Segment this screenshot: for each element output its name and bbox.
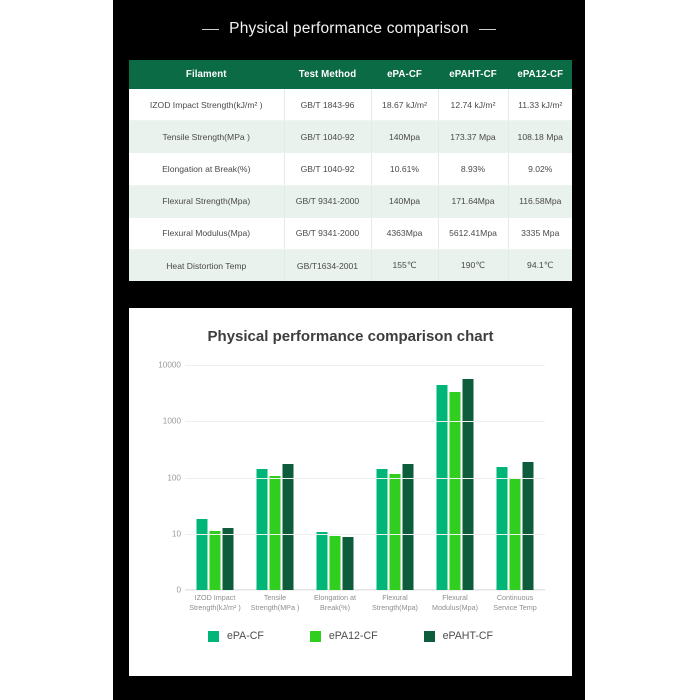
cell-method: GB/T 1040-92 <box>284 120 372 154</box>
title-dash-left-icon <box>202 28 220 30</box>
chart-bar <box>256 469 268 590</box>
chart-bar <box>376 469 388 590</box>
cell-epa-cf: 18.67 kJ/m² <box>371 89 439 122</box>
cell-method: GB/T 9341-2000 <box>284 217 372 250</box>
screenshot-root: Physical performance comparison Filament… <box>0 0 700 700</box>
chart-gridline <box>185 533 545 535</box>
cell-epa12-cf: 9.02% <box>508 152 572 186</box>
cell-filament: Heat Distortion Temp <box>129 249 285 282</box>
cell-method: GB/T1634-2001 <box>284 249 372 282</box>
cell-epa-cf: 10.61% <box>371 152 439 186</box>
page-title-text: Physical performance comparison <box>229 20 469 37</box>
cell-epaht-cf: 190℃ <box>438 249 509 282</box>
chart-bar <box>316 532 328 590</box>
cell-epa-cf: 140Mpa <box>371 185 439 218</box>
chart-bar <box>436 385 448 590</box>
y-axis-tick-label: 10000 <box>158 360 181 370</box>
legend-label: ePA-CF <box>227 630 264 642</box>
cell-epa12-cf: 11.33 kJ/m² <box>508 89 572 122</box>
legend-item[interactable]: ePA-CF <box>208 630 264 642</box>
cell-filament: Flexural Strength(Mpa) <box>129 185 285 218</box>
column-header-epaht-cf: ePAHT-CF <box>438 60 509 89</box>
chart-bar <box>222 527 234 590</box>
legend-label: ePAHT-CF <box>442 630 493 642</box>
cell-filament: Tensile Strength(MPa ) <box>129 120 285 154</box>
chart-bar <box>329 536 341 590</box>
table-header-row: Filament Test Method ePA-CF ePAHT-CF ePA… <box>129 60 572 89</box>
y-axis-tick-label: 10 <box>171 529 181 539</box>
chart-gridline <box>185 421 545 423</box>
page-title: Physical performance comparison <box>113 12 585 46</box>
chart-gridline <box>185 365 545 366</box>
chart-bar <box>522 461 534 590</box>
performance-table-card: Filament Test Method ePA-CF ePAHT-CF ePA… <box>129 60 572 282</box>
table-row: Flexural Modulus(Mpa) GB/T 9341-2000 436… <box>129 217 572 250</box>
cell-epaht-cf: 173.37 Mpa <box>438 120 509 154</box>
column-header-filament: Filament <box>129 60 285 89</box>
y-axis-tick-label: 100 <box>167 473 181 482</box>
cell-epaht-cf: 8.93% <box>438 152 509 186</box>
table-row: Tensile Strength(MPa ) GB/T 1040-92 140M… <box>129 120 572 154</box>
performance-table-body: IZOD Impact Strength(kJ/m² ) GB/T 1843-9… <box>129 89 572 282</box>
chart-plot-area: IZOD Impact Strength(kJ/m² ) Tensile Streng… <box>158 361 545 612</box>
chart-bar <box>196 518 208 590</box>
cell-epa12-cf: 94.1℃ <box>508 249 572 282</box>
table-row: Heat Distortion Temp GB/T1634-2001 155℃ … <box>129 249 572 282</box>
chart-bar <box>462 379 474 590</box>
x-axis-tick-label-line: Service Temp <box>493 603 537 612</box>
cell-method: GB/T 1040-92 <box>284 152 372 186</box>
chart-bar <box>209 530 221 590</box>
cell-epaht-cf: 171.64Mpa <box>438 185 509 218</box>
cell-epa12-cf: 116.58Mpa <box>508 185 572 218</box>
legend-label: ePA12-CF <box>328 630 378 642</box>
chart-gridline <box>185 590 545 591</box>
cell-filament: Elongation at Break(%) <box>129 152 285 186</box>
legend-swatch-icon <box>208 630 219 642</box>
chart-bar <box>402 464 414 590</box>
cell-epa12-cf: 108.18 Mpa <box>508 120 572 154</box>
legend-item[interactable]: ePAHT-CF <box>423 630 493 642</box>
chart-title: Physical performance comparison chart <box>207 328 494 345</box>
legend-item[interactable]: ePA12-CF <box>309 630 378 642</box>
chart-bar <box>496 466 508 590</box>
cell-method: GB/T 9341-2000 <box>284 185 372 218</box>
chart-bar <box>342 536 354 590</box>
x-axis-tick-label: Continuous Service Temp <box>479 593 551 613</box>
column-header-epa12-cf: ePA12-CF <box>508 60 572 89</box>
cell-filament: Flexural Modulus(Mpa) <box>129 217 285 250</box>
table-row: Flexural Strength(Mpa) GB/T 9341-2000 14… <box>129 185 572 218</box>
cell-filament: IZOD Impact Strength(kJ/m² ) <box>129 89 285 122</box>
chart-bar <box>389 473 401 590</box>
chart-legend: ePA-CF ePA12-CF ePAHT-CF <box>129 630 572 642</box>
legend-swatch-icon <box>423 630 435 642</box>
chart-gridline <box>185 477 545 479</box>
cell-epaht-cf: 5612.41Mpa <box>438 217 509 250</box>
cell-epa12-cf: 3335 Mpa <box>508 217 572 250</box>
title-dash-right-icon <box>478 28 496 30</box>
performance-table: Filament Test Method ePA-CF ePAHT-CF ePA… <box>129 60 572 282</box>
chart-bar <box>282 464 294 590</box>
cell-epa-cf: 155℃ <box>371 249 439 282</box>
x-axis-tick-label-line: Continuous <box>496 593 534 602</box>
cell-epaht-cf: 12.74 kJ/m² <box>438 89 509 122</box>
column-header-epa-cf: ePA-CF <box>371 60 439 89</box>
legend-swatch-icon <box>309 630 321 642</box>
y-axis-tick-label: 0 <box>176 585 181 595</box>
y-axis-tick-label: 1000 <box>162 416 181 426</box>
cell-epa-cf: 140Mpa <box>371 120 439 154</box>
cell-epa-cf: 4363Mpa <box>371 217 439 250</box>
column-header-test-method: Test Method <box>284 60 372 89</box>
table-row: Elongation at Break(%) GB/T 1040-92 10.6… <box>129 152 572 186</box>
performance-chart-card: Physical performance comparison chart IZ… <box>129 308 572 676</box>
cell-method: GB/T 1843-96 <box>284 89 372 122</box>
table-row: IZOD Impact Strength(kJ/m² ) GB/T 1843-9… <box>129 89 572 122</box>
